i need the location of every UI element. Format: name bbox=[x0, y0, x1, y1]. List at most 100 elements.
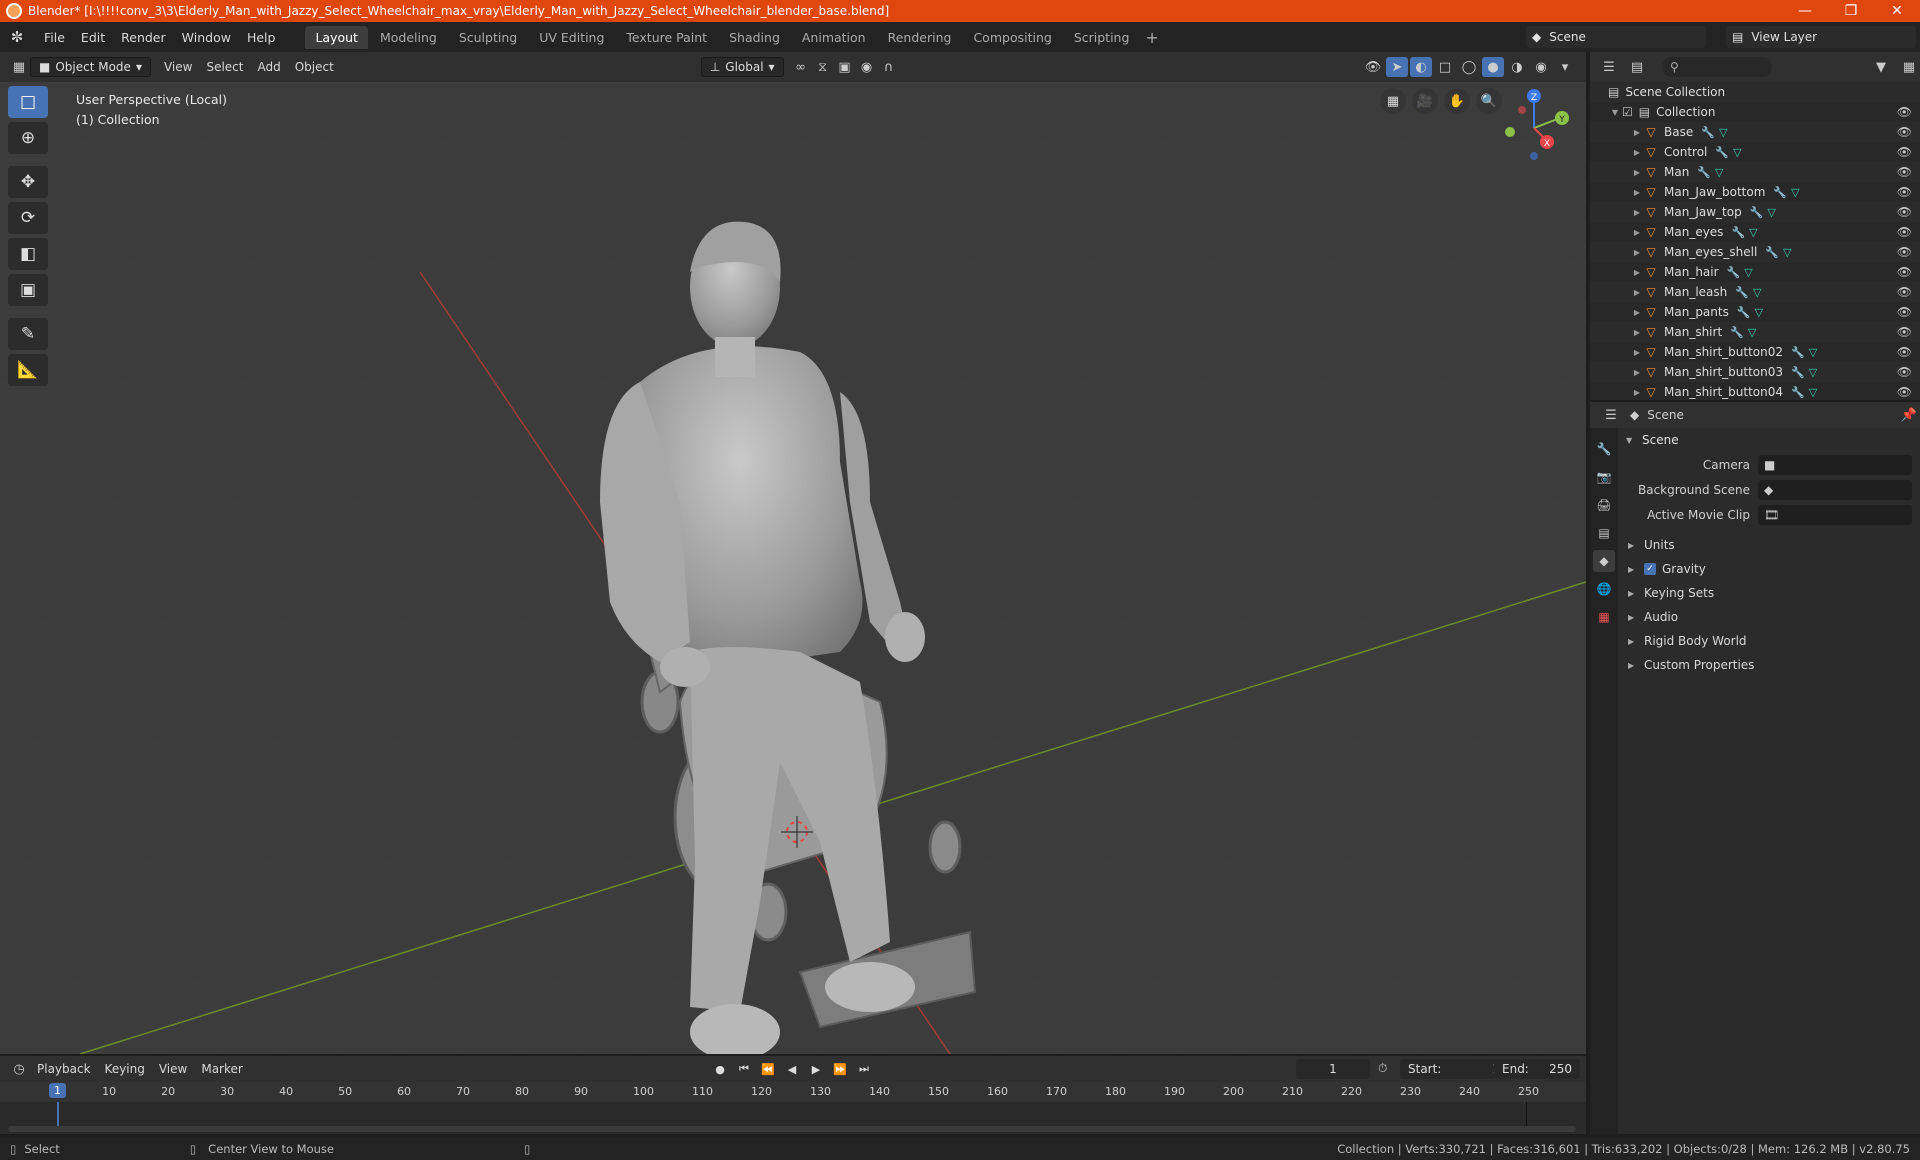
menu-timeline-view[interactable]: View bbox=[152, 1060, 194, 1078]
pivot-icon[interactable]: ∞ bbox=[790, 57, 812, 77]
mesh-data-icon[interactable]: ▽ bbox=[1809, 386, 1817, 399]
timeline-scrollbar[interactable] bbox=[8, 1126, 1576, 1132]
material-shading-icon[interactable]: ◑ bbox=[1506, 57, 1528, 77]
playhead[interactable] bbox=[57, 1102, 59, 1126]
new-collection-icon[interactable]: ▦ bbox=[1898, 57, 1920, 77]
proportional-edit-icon[interactable]: ◉ bbox=[856, 57, 878, 77]
current-frame-field[interactable]: 1 bbox=[1296, 1059, 1370, 1079]
custom-properties-subpanel[interactable]: ▶ Custom Properties bbox=[1618, 653, 1920, 677]
mesh-data-icon[interactable]: ▽ bbox=[1767, 206, 1775, 219]
mesh-data-icon[interactable]: ▽ bbox=[1715, 166, 1723, 179]
outliner-item[interactable]: ▶ ▽ Control 🔧 ▽ 👁 bbox=[1590, 142, 1920, 162]
tab-layout[interactable]: Layout bbox=[305, 25, 368, 49]
menu-playback[interactable]: Playback bbox=[30, 1060, 98, 1078]
menu-add[interactable]: Add bbox=[250, 58, 287, 76]
jump-start-icon[interactable]: ⏮ bbox=[734, 1059, 754, 1079]
transform-orientation-dropdown[interactable]: ⊥ Global ▾ bbox=[700, 57, 784, 77]
end-frame-field[interactable]: End: 250 bbox=[1494, 1059, 1580, 1079]
falloff-icon[interactable]: ∩ bbox=[878, 57, 900, 77]
eye-icon[interactable]: 👁 bbox=[1897, 205, 1912, 219]
eye-icon[interactable]: 👁 bbox=[1897, 145, 1912, 159]
outliner-item[interactable]: ▶ ▽ Man_shirt_button02 🔧 ▽ 👁 bbox=[1590, 342, 1920, 362]
world-tab-icon[interactable]: 🌐 bbox=[1593, 578, 1615, 600]
expand-icon[interactable]: ▶ bbox=[1630, 368, 1644, 377]
tab-rendering[interactable]: Rendering bbox=[878, 26, 962, 49]
solid-shading-icon[interactable]: ● bbox=[1482, 57, 1504, 77]
modifier-icon[interactable]: 🔧 bbox=[1765, 246, 1779, 259]
outliner-item[interactable]: ▶ ▽ Base 🔧 ▽ 👁 bbox=[1590, 122, 1920, 142]
mesh-data-icon[interactable]: ▽ bbox=[1744, 266, 1752, 279]
camera-field[interactable]: ■ bbox=[1758, 454, 1912, 475]
output-tab-icon[interactable]: 🖨 bbox=[1593, 494, 1615, 516]
menu-window[interactable]: Window bbox=[174, 27, 239, 48]
blender-menu-icon[interactable]: ✼ bbox=[8, 28, 26, 46]
tool-tab-icon[interactable]: 🔧 bbox=[1593, 438, 1615, 460]
modifier-icon[interactable]: 🔧 bbox=[1791, 346, 1805, 359]
expand-icon[interactable]: ▶ bbox=[1630, 288, 1644, 297]
mode-dropdown[interactable]: ■ Object Mode ▾ bbox=[30, 57, 151, 77]
modifier-icon[interactable]: 🔧 bbox=[1731, 226, 1745, 239]
modifier-icon[interactable]: 🔧 bbox=[1791, 366, 1805, 379]
timeline-editor-icon[interactable]: ◷ bbox=[8, 1059, 30, 1079]
eye-icon[interactable]: 👁 bbox=[1897, 245, 1912, 259]
rigid-body-subpanel[interactable]: ▶ Rigid Body World bbox=[1618, 629, 1920, 653]
eye-icon[interactable]: 👁 bbox=[1897, 125, 1912, 139]
eye-icon[interactable]: 👁 bbox=[1897, 325, 1912, 339]
start-frame-field[interactable]: Start:1 bbox=[1400, 1059, 1508, 1079]
expand-icon[interactable]: ▶ bbox=[1630, 228, 1644, 237]
modifier-icon[interactable]: 🔧 bbox=[1730, 326, 1744, 339]
visibility-icon[interactable]: 👁 bbox=[1362, 57, 1384, 77]
mesh-data-icon[interactable]: ▽ bbox=[1809, 366, 1817, 379]
timeline[interactable]: 1 10 20 30 40 50 60 70 80 90 100 110 120 130 140 150 160… bbox=[0, 1082, 1586, 1134]
menu-view[interactable]: View bbox=[157, 58, 199, 76]
rotate-tool[interactable]: ⟳ bbox=[8, 202, 48, 234]
outliner-item[interactable]: ▶ ▽ Man_eyes 🔧 ▽ 👁 bbox=[1590, 222, 1920, 242]
editor-type-icon[interactable]: ▦ bbox=[8, 57, 30, 77]
select-box-tool[interactable]: □ bbox=[8, 86, 48, 118]
eye-icon[interactable]: 👁 bbox=[1897, 265, 1912, 279]
eye-icon[interactable]: 👁 bbox=[1897, 345, 1912, 359]
modifier-icon[interactable]: 🔧 bbox=[1737, 306, 1751, 319]
expand-icon[interactable]: ▶ bbox=[1630, 168, 1644, 177]
tab-uv-editing[interactable]: UV Editing bbox=[529, 26, 614, 49]
outliner-editor-icon[interactable]: ☰ bbox=[1598, 57, 1620, 77]
record-icon[interactable]: ● bbox=[710, 1059, 730, 1079]
prev-key-icon[interactable]: ⏪ bbox=[758, 1059, 778, 1079]
move-tool[interactable]: ✥ bbox=[8, 166, 48, 198]
modifier-icon[interactable]: 🔧 bbox=[1715, 146, 1729, 159]
add-workspace-icon[interactable]: + bbox=[1145, 28, 1158, 47]
grid-view-icon[interactable]: ▦ bbox=[1380, 88, 1406, 114]
xray-icon[interactable]: □ bbox=[1434, 57, 1456, 77]
timeline-ruler[interactable]: 1 10 20 30 40 50 60 70 80 90 100 110 120 130 140 150 160… bbox=[0, 1082, 1586, 1102]
modifier-icon[interactable]: 🔧 bbox=[1773, 186, 1787, 199]
filter-icon[interactable]: ▼ bbox=[1870, 57, 1892, 77]
outliner-item[interactable]: ▶ ▽ Man_shirt_button03 🔧 ▽ 👁 bbox=[1590, 362, 1920, 382]
expand-icon[interactable]: ▼ bbox=[1608, 108, 1622, 117]
outliner-item[interactable]: ▶ ▽ Man_Jaw_top 🔧 ▽ 👁 bbox=[1590, 202, 1920, 222]
gizmo-toggle-icon[interactable]: ➤ bbox=[1386, 57, 1408, 77]
mesh-data-icon[interactable]: ▽ bbox=[1809, 346, 1817, 359]
outliner-item[interactable]: ▶ ▽ Man_leash 🔧 ▽ 👁 bbox=[1590, 282, 1920, 302]
outliner-item[interactable]: ▶ ▽ Man_hair 🔧 ▽ 👁 bbox=[1590, 262, 1920, 282]
tab-sculpting[interactable]: Sculpting bbox=[449, 26, 527, 49]
expand-icon[interactable]: ▶ bbox=[1630, 328, 1644, 337]
gravity-subpanel[interactable]: ▶ ✓ Gravity bbox=[1618, 557, 1920, 581]
navigation-gizmo[interactable]: Z Y X bbox=[1490, 82, 1580, 172]
mesh-data-icon[interactable]: ▽ bbox=[1753, 286, 1761, 299]
expand-icon[interactable]: ▶ bbox=[1630, 148, 1644, 157]
outliner-item[interactable]: ▶ ▽ Man_shirt_button04 🔧 ▽ 👁 bbox=[1590, 382, 1920, 400]
mesh-data-icon[interactable]: ▽ bbox=[1719, 126, 1727, 139]
tab-texture-paint[interactable]: Texture Paint bbox=[616, 26, 717, 49]
display-mode-icon[interactable]: ▤ bbox=[1626, 57, 1648, 77]
mesh-data-icon[interactable]: ▽ bbox=[1733, 146, 1741, 159]
menu-object[interactable]: Object bbox=[288, 58, 341, 76]
modifier-icon[interactable]: 🔧 bbox=[1697, 166, 1711, 179]
outliner-search-input[interactable]: ⚲ bbox=[1662, 57, 1772, 77]
rendered-shading-icon[interactable]: ◉ bbox=[1530, 57, 1552, 77]
expand-icon[interactable]: ▶ bbox=[1630, 128, 1644, 137]
texture-tab-icon[interactable]: ▦ bbox=[1593, 606, 1615, 628]
view-layer-selector[interactable]: ▤ View Layer bbox=[1726, 26, 1916, 48]
mesh-data-icon[interactable]: ▽ bbox=[1791, 186, 1799, 199]
keying-sets-subpanel[interactable]: ▶ Keying Sets bbox=[1618, 581, 1920, 605]
wireframe-shading-icon[interactable]: ◯ bbox=[1458, 57, 1480, 77]
